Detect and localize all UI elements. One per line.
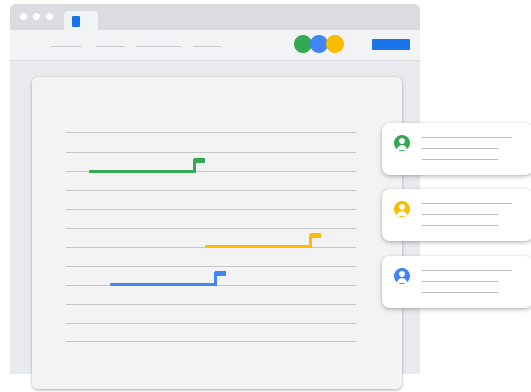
flag-icon — [194, 158, 205, 163]
text-line — [66, 132, 356, 133]
person-icon — [394, 201, 410, 217]
text-line — [66, 323, 356, 324]
window-control-dot[interactable] — [33, 13, 40, 20]
comment-card-yellow[interactable] — [382, 189, 531, 241]
comment-text-line — [422, 225, 498, 226]
comment-text-line — [422, 137, 512, 138]
highlight-mark-blue[interactable] — [110, 283, 215, 286]
text-line — [66, 228, 356, 229]
text-line — [66, 341, 356, 342]
comment-text-line — [422, 270, 512, 271]
comment-text-line — [422, 214, 498, 215]
person-icon — [394, 135, 410, 151]
menu-item-placeholder[interactable] — [51, 46, 81, 47]
menu-item-placeholder[interactable] — [136, 46, 181, 47]
menu-item-placeholder[interactable] — [193, 46, 221, 47]
text-line — [66, 266, 356, 267]
person-icon — [394, 268, 410, 284]
collaborator-avatar-yellow[interactable] — [326, 35, 344, 53]
comment-text-line — [422, 148, 498, 149]
document-icon — [72, 16, 80, 27]
comment-text-line — [422, 281, 498, 282]
toolbar — [10, 30, 420, 61]
window-control-dot[interactable] — [46, 13, 53, 20]
menu-item-placeholder[interactable] — [96, 46, 124, 47]
highlight-mark-yellow[interactable] — [205, 245, 310, 248]
title-bar — [10, 4, 420, 31]
flag-icon — [215, 271, 226, 276]
flag-icon — [310, 233, 321, 238]
window-control-dot[interactable] — [20, 13, 27, 20]
document-page — [32, 77, 402, 389]
browser-tab[interactable] — [64, 11, 98, 31]
text-line — [66, 190, 356, 191]
text-line — [66, 152, 356, 153]
comment-card-green[interactable] — [382, 123, 531, 175]
text-line — [66, 304, 356, 305]
highlight-mark-green[interactable] — [89, 170, 194, 173]
comment-text-line — [422, 203, 512, 204]
text-line — [66, 209, 356, 210]
comment-text-line — [422, 159, 498, 160]
share-button[interactable] — [372, 39, 410, 50]
comment-card-blue[interactable] — [382, 256, 531, 308]
comment-text-line — [422, 292, 498, 293]
